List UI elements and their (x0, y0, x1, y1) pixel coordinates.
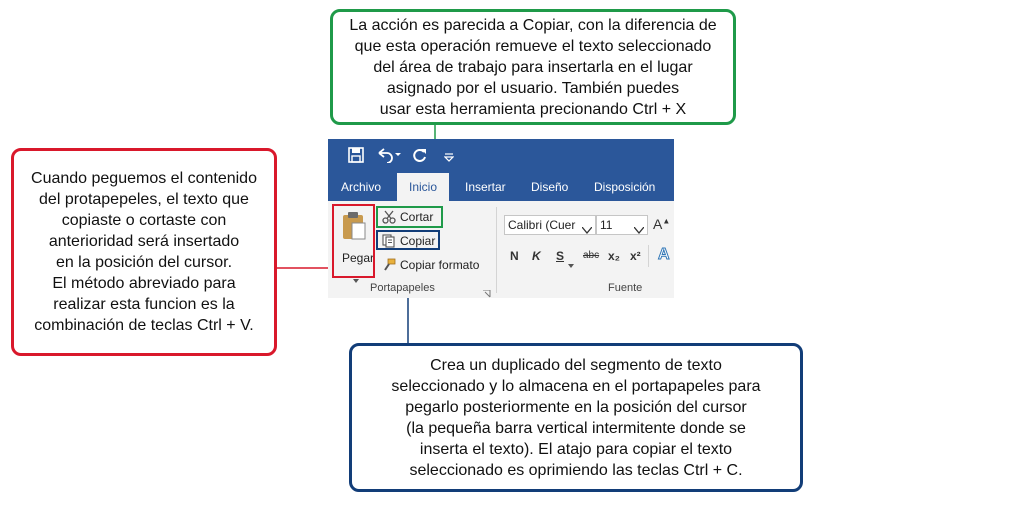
copy-description-callout: Crea un duplicado del segmento de texto … (349, 343, 803, 492)
paste-line: Cuando peguemos el contenido (31, 170, 257, 187)
font-name-value: Calibri (Cuer (508, 218, 576, 232)
cut-highlight (376, 206, 443, 228)
paste-line: El método abreviado para (52, 275, 236, 292)
copy-description-text: Crea un duplicado del segmento de texto … (391, 355, 760, 481)
paste-line: copiaste o cortaste con (61, 212, 227, 229)
chevron-down-icon (633, 221, 645, 239)
chevron-down-icon (581, 221, 593, 239)
paste-line: combinación de teclas Ctrl + V. (34, 317, 254, 334)
font-size-combo[interactable]: 11 (596, 215, 648, 235)
group-separator (496, 207, 497, 293)
copy-line: inserta el texto). El atajo para copiar … (419, 440, 733, 458)
paste-description-text: Cuando peguemos el contenido del protape… (31, 168, 257, 336)
copy-line: Crea un duplicado del segmento de texto (430, 356, 722, 374)
tab-archivo[interactable]: Archivo (341, 173, 381, 201)
tab-inicio[interactable]: Inicio (397, 173, 449, 201)
paste-line: realizar esta funcion es la (53, 296, 235, 313)
customize-quick-access-icon[interactable] (443, 150, 455, 168)
ribbon-tabs: Archivo Inicio Insertar Diseño Disposici… (328, 173, 674, 201)
paintbrush-icon (382, 258, 396, 277)
font-name-combo[interactable]: Calibri (Cuer (504, 215, 596, 235)
grow-font-icon[interactable]: A▲ (653, 216, 670, 232)
cut-line: que esta operación remueve el texto sele… (354, 37, 712, 55)
format-painter-button[interactable]: Copiar formato (380, 255, 490, 275)
cut-line: usar esta herramienta precionando Ctrl +… (379, 100, 687, 118)
paste-line: anterioridad será insertado (48, 233, 240, 250)
font-group-label: Fuente (608, 282, 643, 294)
clipboard-launcher-icon[interactable] (483, 285, 491, 298)
underline-button[interactable]: S (556, 249, 564, 263)
copy-line: seleccionado y lo almacena en el portapa… (391, 377, 761, 395)
copy-line: (la pequeña barra vertical intermitente … (406, 419, 746, 437)
cut-line: asignado por el usuario. También puedes (386, 79, 680, 97)
bold-button[interactable]: N (510, 249, 519, 263)
copy-line: seleccionado es oprimiendo las teclas Ct… (409, 461, 743, 479)
button-separator (648, 245, 649, 267)
tab-diseno[interactable]: Diseño (531, 173, 568, 201)
tab-insertar[interactable]: Insertar (465, 173, 506, 201)
paste-highlight (332, 204, 375, 278)
paste-description-callout: Cuando peguemos el contenido del protape… (11, 148, 277, 356)
title-bar (328, 139, 674, 173)
strikethrough-button[interactable]: abc (583, 250, 599, 261)
paste-line: del protapepeles, el texto que (39, 191, 249, 208)
copy-highlight (376, 230, 440, 250)
italic-button[interactable]: K (532, 249, 541, 263)
cut-description-callout: La acción es parecida a Copiar, con la d… (330, 9, 736, 125)
subscript-button[interactable]: x₂ (608, 249, 620, 263)
font-size-value: 11 (600, 218, 613, 232)
text-effects-icon[interactable]: A (658, 246, 671, 264)
format-painter-label: Copiar formato (400, 258, 480, 272)
copy-line: pegarlo posteriormente en la posición de… (405, 398, 747, 416)
cut-line: del área de trabajo para insertarla en e… (373, 58, 693, 76)
cut-line: La acción es parecida a Copiar, con la d… (349, 16, 717, 34)
tab-disposicion[interactable]: Disposición (594, 173, 655, 201)
cut-description-text: La acción es parecida a Copiar, con la d… (349, 15, 716, 120)
clipboard-group-label: Portapapeles (370, 282, 435, 294)
undo-icon[interactable] (376, 147, 402, 168)
save-icon[interactable] (348, 147, 364, 168)
paste-line: en la posición del cursor. (55, 254, 233, 271)
chevron-down-icon (568, 255, 574, 273)
superscript-button[interactable]: x² (630, 249, 641, 263)
redo-icon[interactable] (412, 147, 428, 168)
